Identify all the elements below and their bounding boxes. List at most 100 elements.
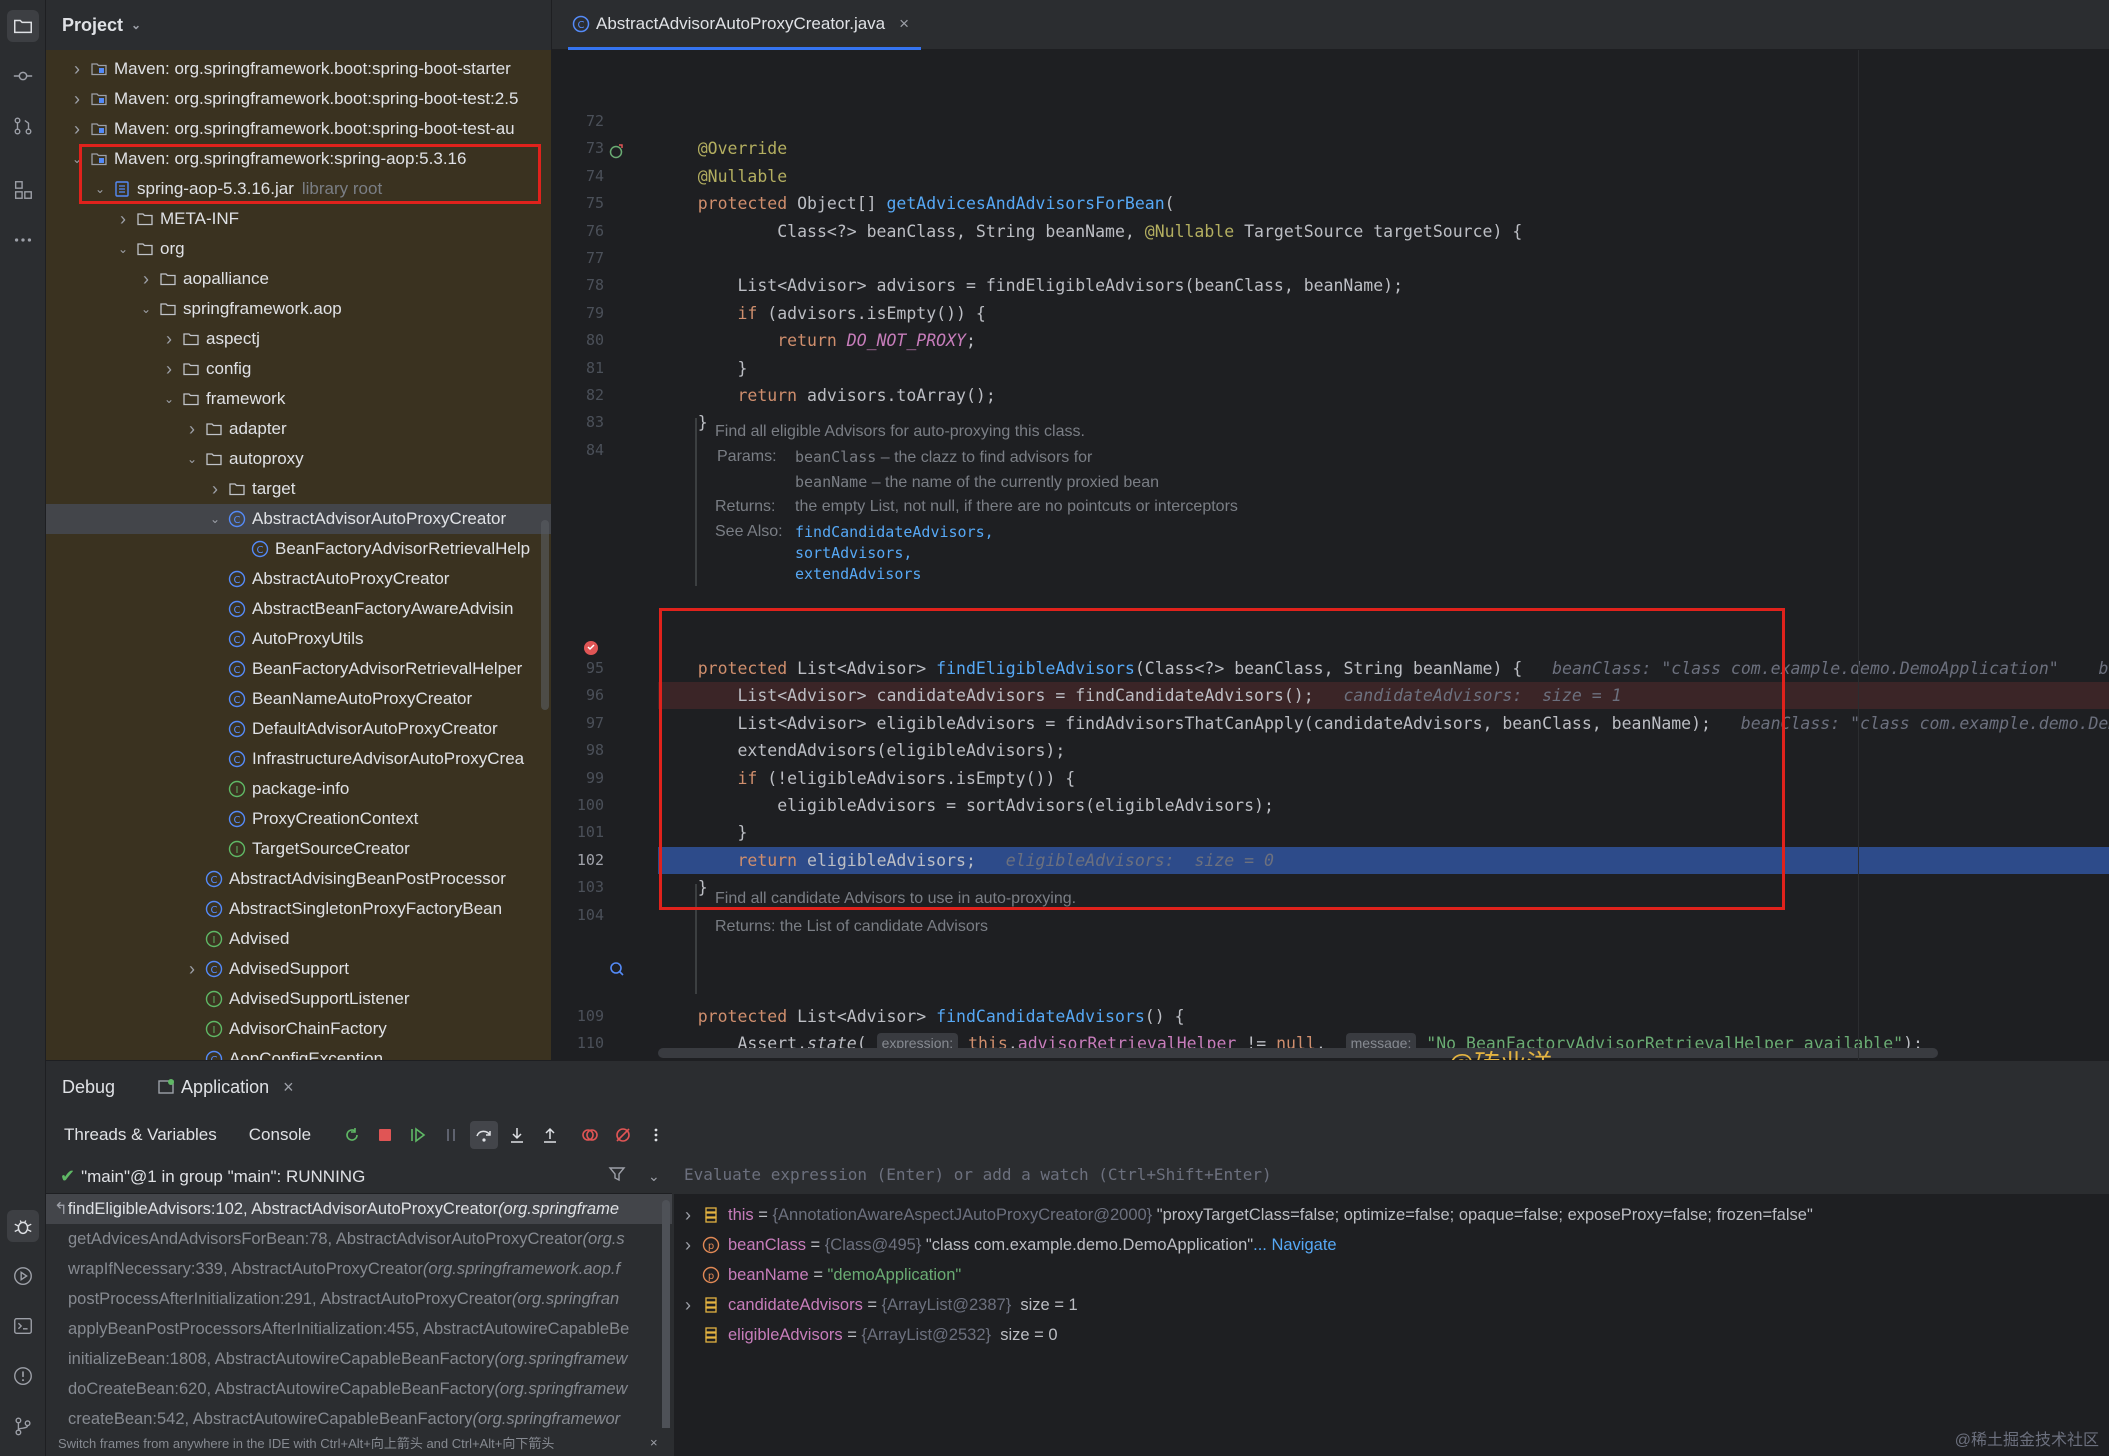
pause-icon[interactable] bbox=[437, 1121, 465, 1149]
tab-application[interactable]: Application × bbox=[153, 1077, 294, 1098]
stop-icon[interactable] bbox=[371, 1121, 399, 1149]
tree-item[interactable]: ⌄ autoproxy bbox=[46, 444, 551, 474]
run-icon[interactable] bbox=[7, 1260, 39, 1292]
tree-item[interactable]: › Maven: org.springframework.boot:spring-… bbox=[46, 84, 551, 114]
frames-scrollbar[interactable] bbox=[662, 1200, 670, 1440]
tab-threads-variables[interactable]: Threads & Variables bbox=[64, 1125, 217, 1145]
tree-item[interactable]: › Maven: org.springframework.boot:spring-… bbox=[46, 114, 551, 144]
tree-item[interactable]: › aopalliance bbox=[46, 264, 551, 294]
chevron-down-icon[interactable]: ⌄ bbox=[160, 392, 178, 406]
more-vertical-icon[interactable] bbox=[642, 1121, 670, 1149]
tree-item[interactable]: C AbstractAdvisingBeanPostProcessor bbox=[46, 864, 551, 894]
chevron-right-icon[interactable]: › bbox=[206, 479, 224, 500]
resume-icon[interactable] bbox=[404, 1121, 432, 1149]
tree-item[interactable]: I TargetSourceCreator bbox=[46, 834, 551, 864]
variable-row[interactable]: › p beanClass = {Class@495} "class com.exa… bbox=[674, 1230, 2109, 1260]
tree-item[interactable]: › adapter bbox=[46, 414, 551, 444]
navigate-link[interactable]: ... Navigate bbox=[1253, 1236, 1336, 1255]
stack-frame[interactable]: ↰ findEligibleAdvisors:102, AbstractAdvi… bbox=[46, 1194, 672, 1224]
stack-frame[interactable]: wrapIfNecessary:339, AbstractAutoProxyCr… bbox=[46, 1254, 672, 1284]
tree-item[interactable]: › config bbox=[46, 354, 551, 384]
code-editor[interactable]: 72 73 74 75 76 77 78 79 80 81 82 83 84 95 96 97 98 99 100 1… bbox=[552, 50, 2109, 1060]
stack-frame[interactable]: applyBeanPostProcessorsAfterInitializati… bbox=[46, 1314, 672, 1344]
view-breakpoints-icon[interactable] bbox=[576, 1121, 604, 1149]
thread-selector[interactable]: ✔ "main"@1 in group "main": RUNNING ⌄ bbox=[46, 1160, 672, 1194]
chevron-right-icon[interactable]: › bbox=[137, 269, 155, 290]
editor-hscrollbar[interactable] bbox=[658, 1048, 1938, 1058]
chevron-right-icon[interactable]: › bbox=[674, 1295, 702, 1316]
variable-row[interactable]: › candidateAdvisors = {ArrayList@2387} si… bbox=[674, 1290, 2109, 1320]
tree-item[interactable]: Ipackage-info bbox=[46, 774, 551, 804]
structure-icon[interactable] bbox=[7, 174, 39, 206]
tree-item[interactable]: C AopConfigException bbox=[46, 1044, 551, 1060]
chevron-right-icon[interactable]: › bbox=[183, 959, 201, 980]
tree-item[interactable]: C AbstractAutoProxyCreator bbox=[46, 564, 551, 594]
doc-see-link-1[interactable]: findCandidateAdvisors, bbox=[795, 523, 994, 542]
tree-item[interactable]: ⌄ springframework.aop bbox=[46, 294, 551, 324]
more-icon[interactable] bbox=[7, 224, 39, 256]
tree-item[interactable]: ⌄ org bbox=[46, 234, 551, 264]
step-over-icon[interactable] bbox=[470, 1121, 499, 1149]
link-text[interactable]: findCandidateAdvisors, bbox=[795, 523, 994, 541]
chevron-right-icon[interactable]: › bbox=[160, 329, 178, 350]
chevron-right-icon[interactable]: › bbox=[183, 419, 201, 440]
chevron-right-icon[interactable]: › bbox=[68, 119, 86, 140]
tree-item[interactable]: ⌄ framework bbox=[46, 384, 551, 414]
tab-debug[interactable]: Debug bbox=[62, 1077, 115, 1098]
pull-request-icon[interactable] bbox=[7, 110, 39, 142]
chevron-down-icon[interactable]: ⌄ bbox=[137, 302, 155, 316]
breakpoint-icon[interactable] bbox=[582, 639, 600, 657]
tree-item[interactable]: › C AdvisedSupport bbox=[46, 954, 551, 984]
terminal-icon[interactable] bbox=[7, 1310, 39, 1342]
chevron-right-icon[interactable]: › bbox=[68, 59, 86, 80]
chevron-down-icon[interactable]: ⌄ bbox=[206, 512, 224, 526]
variable-row[interactable]: › this = {AnnotationAwareAspectJAutoProxy… bbox=[674, 1200, 2109, 1230]
folder-icon[interactable] bbox=[7, 10, 39, 42]
tree-item[interactable]: C DefaultAdvisorAutoProxyCreator bbox=[46, 714, 551, 744]
tree-item[interactable]: › aspectj bbox=[46, 324, 551, 354]
chevron-down-icon[interactable]: ⌄ bbox=[648, 1168, 660, 1185]
step-out-icon[interactable] bbox=[536, 1121, 564, 1149]
chevron-down-icon[interactable]: ⌄ bbox=[183, 452, 201, 466]
chevron-down-icon[interactable]: ⌄ bbox=[114, 242, 132, 256]
close-icon[interactable]: × bbox=[283, 1077, 294, 1098]
project-header[interactable]: Project ⌄ bbox=[46, 0, 551, 50]
tree-item[interactable]: C InfrastructureAdvisorAutoProxyCrea bbox=[46, 744, 551, 774]
stack-frame[interactable]: doCreateBean:620, AbstractAutowireCapabl… bbox=[46, 1374, 672, 1404]
link-text[interactable]: extendAdvisors bbox=[795, 565, 921, 583]
tree-item[interactable]: › target bbox=[46, 474, 551, 504]
tree-item[interactable]: C BeanFactoryAdvisorRetrievalHelp bbox=[46, 534, 551, 564]
stack-frame[interactable]: postProcessAfterInitialization:291, Abst… bbox=[46, 1284, 672, 1314]
override-marker-icon[interactable] bbox=[608, 143, 624, 159]
mute-breakpoints-icon[interactable] bbox=[609, 1121, 637, 1149]
tab-console[interactable]: Console bbox=[249, 1125, 311, 1145]
tree-item[interactable]: I Advised bbox=[46, 924, 551, 954]
tree-item[interactable]: › Maven: org.springframework.boot:spring-… bbox=[46, 54, 551, 84]
close-icon[interactable]: × bbox=[899, 14, 909, 34]
tree-item[interactable]: ⌄ C AbstractAdvisorAutoProxyCreator bbox=[46, 504, 551, 534]
tree-item[interactable]: I AdvisedSupportListener bbox=[46, 984, 551, 1014]
tree-item[interactable]: › META-INF bbox=[46, 204, 551, 234]
tree-item[interactable]: C ProxyCreationContext bbox=[46, 804, 551, 834]
link-text[interactable]: sortAdvisors, bbox=[795, 544, 912, 562]
tree-item[interactable]: C BeanNameAutoProxyCreator bbox=[46, 684, 551, 714]
chevron-right-icon[interactable]: › bbox=[160, 359, 178, 380]
close-icon[interactable]: × bbox=[650, 1435, 658, 1450]
variable-row[interactable]: eligibleAdvisors = {ArrayList@2532} size… bbox=[674, 1320, 2109, 1350]
step-into-icon[interactable] bbox=[503, 1121, 531, 1149]
doc-see-link-3[interactable]: extendAdvisors bbox=[795, 565, 921, 584]
filter-icon[interactable] bbox=[608, 1165, 626, 1188]
tree-item[interactable]: C BeanFactoryAdvisorRetrievalHelper bbox=[46, 654, 551, 684]
rerun-icon[interactable] bbox=[338, 1121, 366, 1149]
project-scrollbar[interactable] bbox=[541, 520, 549, 710]
tree-item[interactable]: C AutoProxyUtils bbox=[46, 624, 551, 654]
chevron-right-icon[interactable]: › bbox=[68, 89, 86, 110]
variable-row[interactable]: p beanName = "demoApplication" bbox=[674, 1260, 2109, 1290]
debug-icon[interactable] bbox=[7, 1210, 39, 1242]
evaluate-expression-input[interactable]: Evaluate expression (Enter) or add a wat… bbox=[674, 1156, 2109, 1194]
implementations-marker-icon[interactable] bbox=[608, 960, 626, 978]
git-icon[interactable] bbox=[7, 1410, 39, 1442]
tree-item[interactable]: I AdvisorChainFactory bbox=[46, 1014, 551, 1044]
stack-frame[interactable]: getAdvicesAndAdvisorsForBean:78, Abstrac… bbox=[46, 1224, 672, 1254]
doc-see-link-2[interactable]: sortAdvisors, bbox=[795, 544, 912, 563]
